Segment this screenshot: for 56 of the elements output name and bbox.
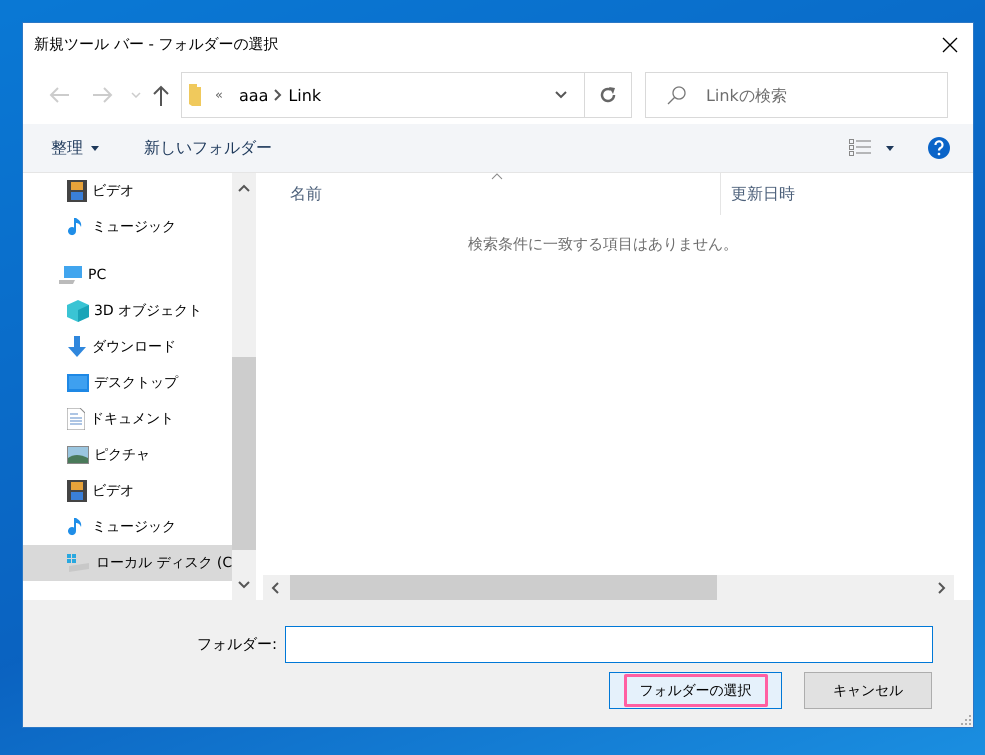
desktop-icon: [67, 374, 89, 392]
chevron-down-icon: [555, 91, 567, 99]
nav-item[interactable]: PC: [23, 257, 232, 293]
breadcrumb[interactable]: Link: [288, 86, 322, 104]
forward-arrow-icon: [92, 86, 114, 104]
picture-icon: [67, 446, 89, 464]
caret-icon: [886, 146, 894, 150]
details-view-icon: [849, 139, 871, 157]
new-folder-button[interactable]: 新しいフォルダー: [144, 138, 272, 158]
nav-item[interactable]: ローカル ディスク (C: [23, 545, 232, 581]
chevron-right-icon: [274, 89, 282, 101]
caret-icon: [91, 146, 99, 150]
empty-message: 検索条件に一致する項目はありません。: [468, 235, 738, 254]
help-icon: [928, 137, 950, 159]
field-label: フォルダー:: [196, 635, 277, 654]
folder-input-field[interactable]: [285, 626, 933, 663]
film-icon: [67, 480, 87, 502]
up-arrow-icon: [152, 84, 170, 106]
drive-icon: [67, 554, 91, 572]
resize-grip-icon: [961, 715, 971, 725]
nav-item[interactable]: ミュージック: [23, 209, 232, 245]
scroll-up-icon: [238, 184, 250, 192]
vertical-scrollbar[interactable]: [232, 173, 256, 600]
nav-item[interactable]: ダウンロード: [23, 329, 232, 365]
scroll-right-icon: [938, 582, 946, 594]
horizontal-scrollbar[interactable]: [263, 575, 954, 600]
cancel-button[interactable]: キャンセル: [804, 672, 932, 709]
search-icon: [667, 85, 687, 105]
nav-item[interactable]: デスクトップ: [23, 365, 232, 401]
close-icon: [942, 36, 958, 52]
nav-item[interactable]: 3D オブジェクト: [23, 293, 232, 329]
chevron-down-icon: [131, 92, 141, 98]
window-title: 新規ツール バー - フォルダーの選択: [34, 35, 279, 54]
overflow-chevron[interactable]: «: [215, 88, 223, 102]
download-arrow-icon: [67, 336, 87, 358]
nav-item[interactable]: ドキュメント: [23, 401, 232, 437]
search-field[interactable]: Linkの検索: [645, 72, 948, 118]
folder-icon: [189, 84, 201, 106]
column-header[interactable]: 更新日時: [721, 173, 956, 215]
nav-item[interactable]: ミュージック: [23, 509, 232, 545]
film-icon: [67, 180, 87, 202]
nav-item[interactable]: ビデオ: [23, 173, 232, 209]
breadcrumb[interactable]: aaa: [238, 86, 268, 104]
cube-icon: [67, 300, 89, 322]
computer-icon: [59, 265, 83, 285]
nav-item[interactable]: ビデオ: [23, 473, 232, 509]
scroll-down-icon: [238, 581, 250, 589]
column-header[interactable]: 名前: [263, 173, 721, 215]
organize-menu[interactable]: 整理: [51, 138, 99, 158]
nav-item[interactable]: ピクチャ: [23, 437, 232, 473]
scroll-left-icon: [271, 582, 279, 594]
select-folder-button[interactable]: フォルダーの選択: [609, 672, 782, 709]
document-icon: [67, 408, 85, 430]
refresh-icon: [598, 85, 618, 105]
back-arrow-icon: [48, 86, 70, 104]
address-bar[interactable]: « aaa Link: [181, 72, 632, 118]
